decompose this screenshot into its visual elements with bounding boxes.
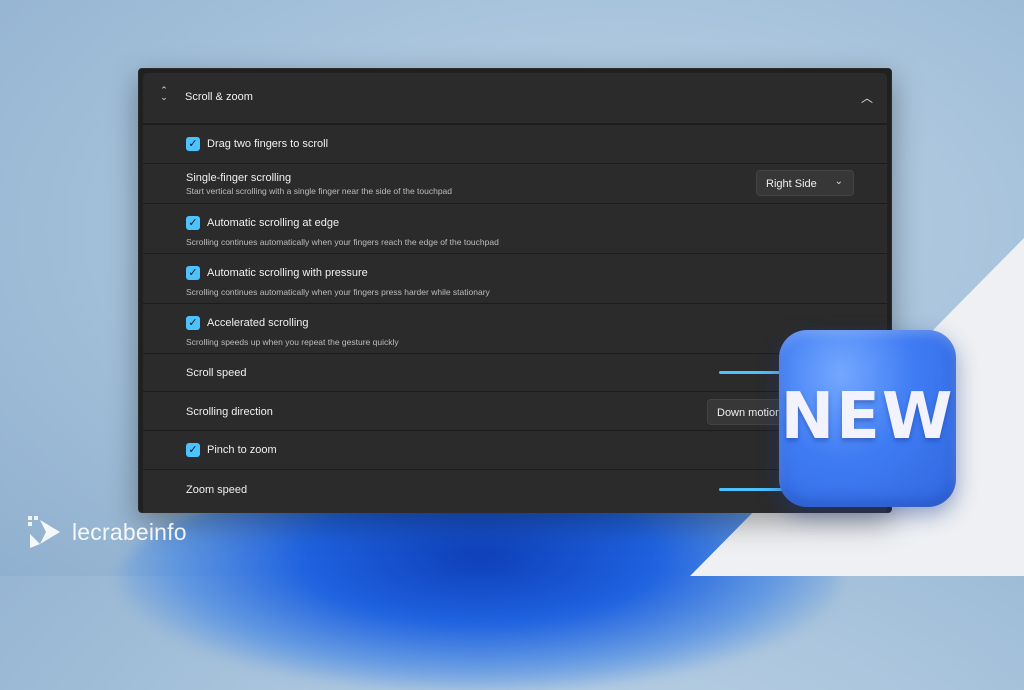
setting-label: Pinch to zoom (207, 444, 277, 456)
dropdown-value: Right Side (766, 178, 817, 190)
checkbox-drag-two-fingers[interactable]: ✓ (186, 137, 200, 151)
setting-row-scroll-speed: Scroll speed (143, 353, 887, 391)
setting-label: Single-finger scrolling (186, 172, 292, 184)
setting-label: Scroll speed (186, 367, 247, 379)
crab-logo-icon (28, 516, 60, 548)
checkbox-auto-pressure[interactable]: ✓ (186, 266, 200, 280)
single-finger-dropdown[interactable]: Right Side ⌄ (756, 170, 854, 196)
setting-row-drag-two-fingers: ✓ Drag two fingers to scroll (143, 124, 887, 163)
setting-label: Accelerated scrolling (207, 317, 309, 329)
setting-row-auto-pressure: ✓ Automatic scrolling with pressure Scro… (143, 253, 887, 303)
badge-text: NEW (780, 380, 955, 454)
setting-description: Start vertical scrolling with a single f… (186, 186, 453, 196)
watermark-text: lecrabeinfo (72, 519, 187, 545)
setting-row-scroll-direction: Scrolling direction Down motion (143, 391, 887, 430)
checkbox-accelerated[interactable]: ✓ (186, 316, 200, 330)
checkbox-pinch-zoom[interactable]: ✓ (186, 443, 200, 457)
section-title: Scroll & zoom (185, 91, 253, 103)
setting-description: Scrolling continues automatically when y… (186, 287, 490, 297)
setting-row-zoom-speed: Zoom speed (143, 469, 887, 512)
setting-row-auto-edge: ✓ Automatic scrolling at edge Scrolling … (143, 203, 887, 253)
setting-label: Drag two fingers to scroll (207, 138, 329, 150)
chevron-up-icon[interactable]: ︿ (861, 89, 873, 106)
section-header-scroll-zoom[interactable]: ⌃ ⌄ Scroll & zoom ︿ (143, 73, 887, 123)
new-badge: NEW (779, 330, 956, 507)
setting-row-single-finger: Single-finger scrolling Start vertical s… (143, 163, 887, 203)
dropdown-value: Down motion (717, 407, 782, 419)
setting-description: Scrolling speeds up when you repeat the … (186, 337, 399, 347)
setting-label: Automatic scrolling at edge (207, 217, 340, 229)
setting-row-pinch-zoom: ✓ Pinch to zoom (143, 430, 887, 469)
setting-label: Scrolling direction (186, 406, 273, 418)
setting-row-accelerated: ✓ Accelerated scrolling Scrolling speeds… (143, 303, 887, 353)
expand-collapse-icon: ⌃ ⌄ (160, 85, 168, 102)
setting-description: Scrolling continues automatically when y… (186, 237, 499, 247)
setting-label: Automatic scrolling with pressure (207, 267, 368, 279)
checkbox-auto-edge[interactable]: ✓ (186, 216, 200, 230)
setting-label: Zoom speed (186, 484, 248, 496)
chevron-down-icon: ⌄ (834, 176, 843, 187)
